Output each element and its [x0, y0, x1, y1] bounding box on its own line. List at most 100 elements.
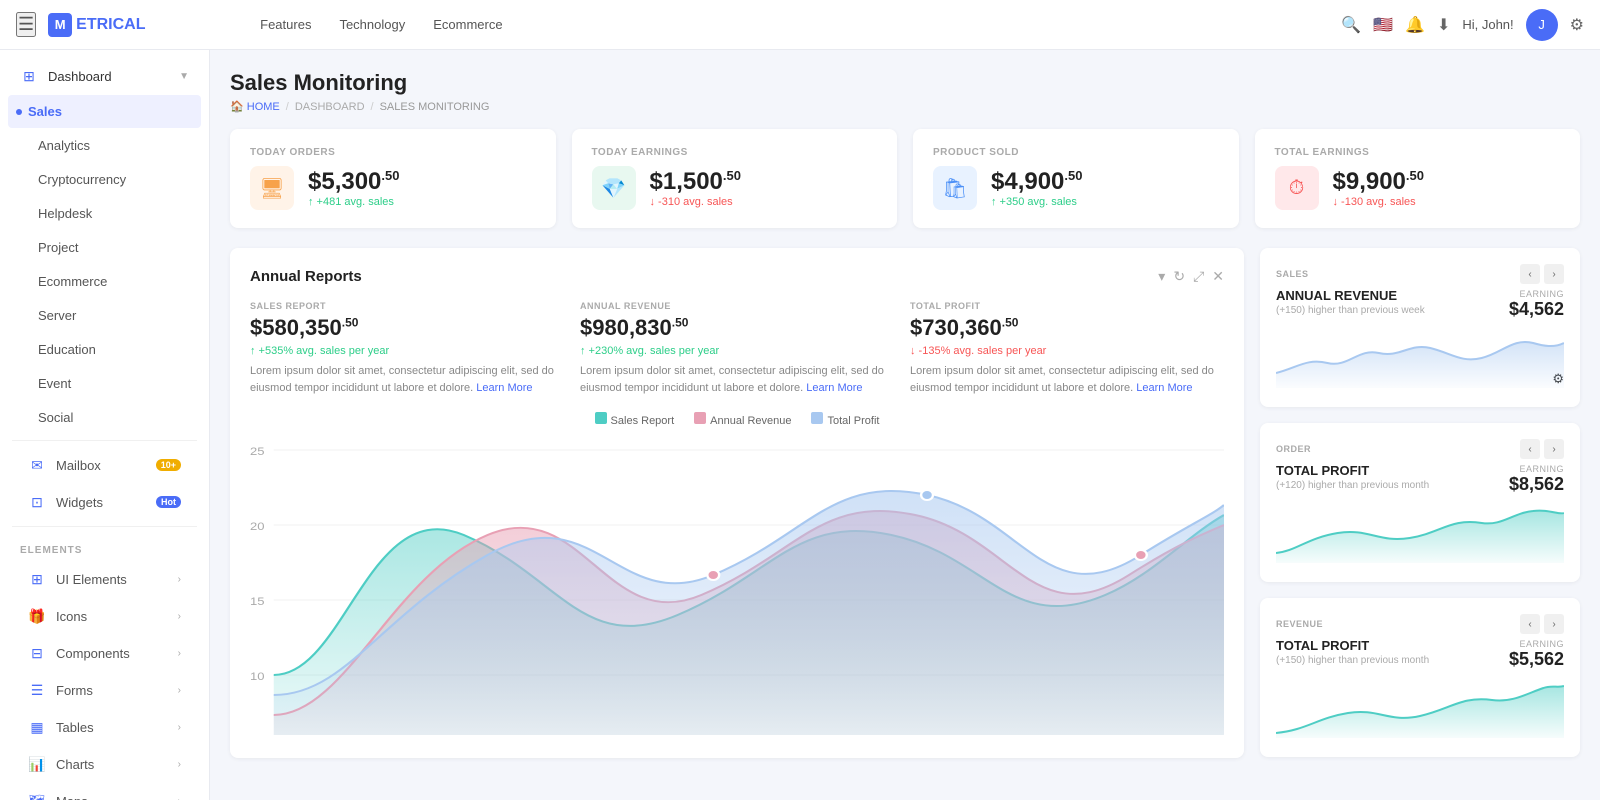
stat-icon-orders: 🖥	[250, 166, 294, 210]
sidebar-event-label: Event	[38, 376, 71, 391]
breadcrumb: 🏠 HOME / DASHBOARD / SALES MONITORING	[230, 100, 1580, 113]
mini-card-revenue-prev-btn[interactable]: ‹	[1520, 614, 1540, 634]
stat-label-total: TOTAL EARNINGS	[1275, 147, 1561, 158]
nav-features[interactable]: Features	[248, 11, 323, 38]
close-btn[interactable]: ✕	[1212, 268, 1224, 285]
mailbox-badge: 10+	[156, 459, 181, 471]
nav-technology[interactable]: Technology	[327, 11, 417, 38]
datapoint-3	[1135, 550, 1147, 560]
mini-card-prev-btn[interactable]: ‹	[1520, 264, 1540, 284]
mini-card-order-next-btn[interactable]: ›	[1544, 439, 1564, 459]
sidebar-item-education[interactable]: Education	[8, 333, 201, 366]
report-stat-revenue: ANNUAL REVENUE $980,830.50 ↑ +230% avg. …	[580, 301, 894, 396]
refresh-btn[interactable]: ↻	[1173, 268, 1185, 285]
components-icon: ⊟	[28, 644, 46, 662]
mini-card-order-prev-btn[interactable]: ‹	[1520, 439, 1540, 459]
sidebar-item-ui-elements[interactable]: ⊞ UI Elements ›	[8, 561, 201, 597]
legend-dot-sales	[595, 412, 607, 424]
chart-legend: Sales Report Annual Revenue Total Profit	[250, 412, 1224, 427]
download-icon[interactable]: ⬇	[1437, 15, 1450, 35]
mini-card-revenue-next-btn[interactable]: ›	[1544, 614, 1564, 634]
sidebar-server-label: Server	[38, 308, 76, 323]
stat-body-total: ⏱ $9,900.50 ↓ -130 avg. sales	[1275, 166, 1561, 210]
mini-card-sales-nav: ‹ ›	[1520, 264, 1564, 284]
forms-icon: ☰	[28, 681, 46, 699]
bell-icon[interactable]: 🔔	[1405, 15, 1425, 35]
svg-text:25: 25	[250, 445, 265, 458]
learn-more-profit[interactable]: Learn More	[1136, 382, 1192, 394]
stat-change-orders: ↑ +481 avg. sales	[308, 196, 399, 208]
annual-reports-title: Annual Reports	[250, 268, 1158, 285]
mini-card-order: ORDER ‹ › TOTAL PROFIT (+120) higher tha…	[1260, 423, 1580, 582]
mini-card-title-2: TOTAL PROFIT	[1276, 463, 1429, 478]
sidebar-item-components[interactable]: ⊟ Components ›	[8, 635, 201, 671]
stat-value-product: $4,900.50	[991, 168, 1082, 196]
mini-card-next-btn[interactable]: ›	[1544, 264, 1564, 284]
sidebar-ui-label: UI Elements	[56, 572, 127, 587]
chart-area-profit	[274, 491, 1224, 735]
logo: M ETRICAL	[48, 13, 248, 37]
mini-card-subtitle-3: (+150) higher than previous month	[1276, 655, 1429, 666]
expand-btn[interactable]: ⤢	[1193, 268, 1204, 285]
sidebar-project-label: Project	[38, 240, 78, 255]
search-icon[interactable]: 🔍	[1341, 15, 1361, 35]
mini-card-earning-value-3: $5,562	[1509, 649, 1564, 670]
sidebar-item-project[interactable]: Project	[8, 231, 201, 264]
sidebar-item-helpdesk[interactable]: Helpdesk	[8, 197, 201, 230]
sidebar-maps-label: Maps	[56, 794, 88, 800]
sidebar-item-maps[interactable]: 🗺 Maps ›	[8, 783, 201, 800]
report-stat-revenue-label: ANNUAL REVENUE	[580, 301, 894, 311]
sidebar-item-cryptocurrency[interactable]: Cryptocurrency	[8, 163, 201, 196]
sidebar-item-server[interactable]: Server	[8, 299, 201, 332]
sidebar-item-mailbox[interactable]: ✉ Mailbox 10+	[8, 447, 201, 483]
stat-change-product: ↑ +350 avg. sales	[991, 196, 1082, 208]
sidebar-item-social[interactable]: Social	[8, 401, 201, 434]
hamburger-button[interactable]: ☰	[16, 12, 36, 37]
stat-icon-earnings: 💎	[592, 166, 636, 210]
mini-card-info-2: TOTAL PROFIT (+120) higher than previous…	[1276, 463, 1429, 495]
sidebar-widgets-label: Widgets	[56, 495, 103, 510]
report-stat-sales: SALES REPORT $580,350.50 ↑ +535% avg. sa…	[250, 301, 564, 396]
mini-card-title-3: TOTAL PROFIT	[1276, 638, 1429, 653]
sidebar-item-analytics[interactable]: Analytics	[8, 129, 201, 162]
collapse-btn[interactable]: ▾	[1158, 268, 1165, 285]
flag-icon[interactable]: 🇺🇸	[1373, 15, 1393, 35]
sidebar-item-dashboard[interactable]: ⊞ Dashboard ▼	[0, 58, 209, 94]
mini-chart-3	[1276, 678, 1564, 738]
sidebar-item-tables[interactable]: ▦ Tables ›	[8, 709, 201, 745]
sidebar: ⊞ Dashboard ▼ Sales Analytics Cryptocurr…	[0, 50, 210, 800]
chevron-right-icon-7: ›	[178, 796, 181, 800]
right-panel: SALES ‹ › ANNUAL REVENUE (+150) higher t…	[1260, 248, 1580, 758]
mini-card-sales-header: SALES ‹ ›	[1276, 264, 1564, 284]
breadcrumb-home[interactable]: 🏠 HOME	[230, 100, 280, 113]
report-stat-sales-label: SALES REPORT	[250, 301, 564, 311]
stat-body-earnings: 💎 $1,500.50 ↓ -310 avg. sales	[592, 166, 878, 210]
sidebar-item-sales[interactable]: Sales	[8, 95, 201, 128]
chevron-right-icon-5: ›	[178, 722, 181, 733]
datapoint-2	[921, 490, 933, 500]
sidebar-item-widgets[interactable]: ⊡ Widgets Hot	[8, 484, 201, 520]
sidebar-item-event[interactable]: Event	[8, 367, 201, 400]
stat-card-orders: TODAY ORDERS 🖥 $5,300.50 ↑ +481 avg. sal…	[230, 129, 556, 228]
sidebar-item-charts[interactable]: 📊 Charts ›	[8, 746, 201, 782]
settings-icon[interactable]: ⚙	[1570, 15, 1584, 35]
report-stat-profit: TOTAL PROFIT $730,360.50 ↓ -135% avg. sa…	[910, 301, 1224, 396]
report-stat-sales-change: ↑ +535% avg. sales per year	[250, 345, 564, 357]
user-avatar[interactable]: J	[1526, 9, 1558, 41]
mini-card-revenue-nav: ‹ ›	[1520, 614, 1564, 634]
sidebar-item-forms[interactable]: ☰ Forms ›	[8, 672, 201, 708]
breadcrumb-dashboard[interactable]: DASHBOARD	[295, 101, 365, 113]
learn-more-revenue[interactable]: Learn More	[806, 382, 862, 394]
sidebar-item-icons[interactable]: 🎁 Icons ›	[8, 598, 201, 634]
stat-body-product: 🛍 $4,900.50 ↑ +350 avg. sales	[933, 166, 1219, 210]
stat-label-product: PRODUCT SOLD	[933, 147, 1219, 158]
nav-ecommerce[interactable]: Ecommerce	[421, 11, 514, 38]
stat-info-product: $4,900.50 ↑ +350 avg. sales	[991, 168, 1082, 208]
report-stat-sales-desc: Lorem ipsum dolor sit amet, consectetur …	[250, 363, 564, 396]
stat-card-earnings: TODAY EARNINGS 💎 $1,500.50 ↓ -310 avg. s…	[572, 129, 898, 228]
sidebar-helpdesk-label: Helpdesk	[38, 206, 92, 221]
sidebar-crypto-label: Cryptocurrency	[38, 172, 126, 187]
sidebar-icons-label: Icons	[56, 609, 87, 624]
learn-more-sales[interactable]: Learn More	[476, 382, 532, 394]
sidebar-item-ecommerce[interactable]: Ecommerce	[8, 265, 201, 298]
